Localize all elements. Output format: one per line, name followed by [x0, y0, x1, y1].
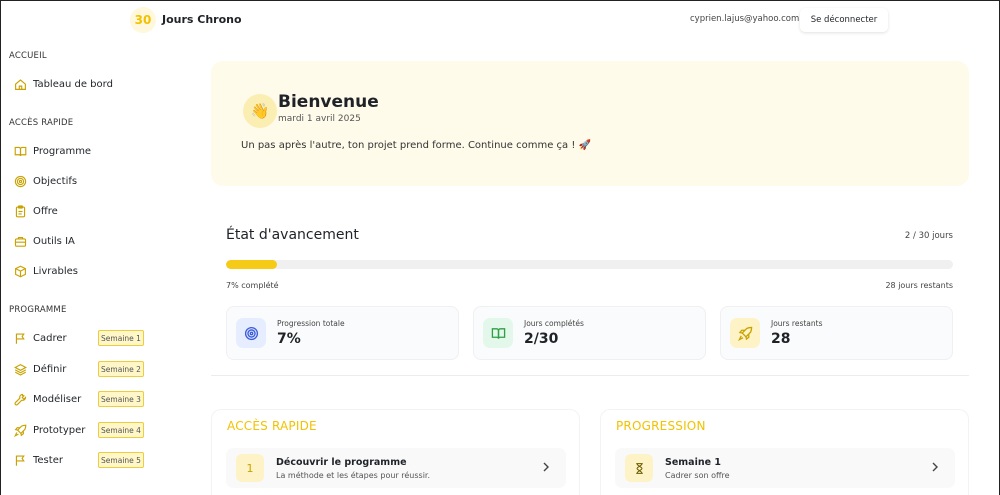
clipboard-icon [15, 204, 26, 217]
stat-value: 28 [771, 331, 791, 347]
user-email: cyprien.lajus@yahoo.com [690, 14, 800, 24]
sidebar-item-livrables[interactable]: Livrables [9, 259, 179, 283]
welcome-date: mardi 1 avril 2025 [278, 114, 361, 124]
stat-card-completed: Jours complétés 2/30 [473, 306, 706, 360]
hourglass-icon [625, 454, 653, 482]
welcome-title: Bienvenue [278, 92, 379, 112]
welcome-message: Un pas après l'autre, ton projet prend f… [241, 140, 591, 151]
sidebar-item-label: Prototyper [33, 424, 86, 436]
progress-bar-fill [226, 260, 277, 269]
waving-hand-icon: 👋 [243, 94, 277, 128]
sidebar-item-label: Objectifs [33, 175, 78, 187]
sidebar-item-cadrer[interactable]: Cadrer Semaine 1 [9, 326, 179, 350]
home-icon [15, 78, 26, 90]
sidebar-item-tester[interactable]: Tester Semaine 5 [9, 448, 179, 472]
wrench-icon [14, 393, 27, 405]
panel-item-subtitle: La méthode et les étapes pour réussir. [276, 471, 431, 480]
top-bar: 30 Jours Chrono cyprien.lajus@yahoo.com … [1, 1, 999, 39]
stat-card-total: Progression totale 7% [226, 306, 459, 360]
sidebar-item-label: Définir [33, 363, 67, 375]
sidebar-item-prototyper[interactable]: Prototyper Semaine 4 [9, 418, 179, 442]
app-title[interactable]: Jours Chrono [162, 13, 242, 26]
sidebar-item-label: Cadrer [33, 332, 67, 344]
week-badge: Semaine 2 [98, 361, 144, 377]
sidebar-item-label: Tester [33, 454, 63, 466]
panel-item-title: Semaine 1 [665, 457, 721, 468]
stat-card-remaining: Jours restants 28 [720, 306, 953, 360]
progress-remaining: 28 jours restants [885, 281, 953, 290]
step-number: 1 [236, 454, 264, 482]
stat-label: Progression totale [277, 319, 345, 328]
stat-label: Jours restants [771, 319, 823, 328]
stat-value: 7% [277, 331, 301, 347]
sidebar: ACCUEIL Tableau de bord ACCÈS RAPIDE Pro… [1, 39, 186, 495]
logout-button[interactable]: Se déconnecter [800, 8, 888, 32]
sidebar-item-outils-ia[interactable]: Outils IA [9, 229, 179, 253]
progress-bar [226, 260, 953, 269]
logo-icon[interactable]: 30 [130, 7, 156, 33]
rocket-icon [14, 424, 27, 437]
target-icon [14, 175, 27, 187]
panel-item-title: Découvrir le programme [276, 457, 407, 468]
progress-days: 2 / 30 jours [904, 231, 953, 241]
panel-title: ACCÈS RAPIDE [227, 419, 317, 433]
stat-label: Jours complétés [524, 319, 584, 328]
quick-access-panel: ACCÈS RAPIDE 1 Découvrir le programme La… [211, 409, 580, 495]
welcome-card: 👋 Bienvenue mardi 1 avril 2025 Un pas ap… [211, 61, 969, 186]
week-badge: Semaine 3 [98, 391, 144, 407]
sidebar-item-label: Tableau de bord [33, 78, 113, 90]
panel-item-subtitle: Cadrer son offre [665, 471, 730, 480]
sidebar-item-offre[interactable]: Offre [9, 199, 179, 223]
sidebar-item-definir[interactable]: Définir Semaine 2 [9, 357, 179, 381]
sidebar-item-label: Modéliser [33, 393, 82, 405]
week-badge: Semaine 5 [98, 452, 144, 468]
sidebar-item-label: Outils IA [33, 235, 75, 247]
flag-icon [15, 454, 25, 466]
briefcase-icon [14, 236, 27, 247]
week-1-link[interactable]: Semaine 1 Cadrer son offre [615, 448, 955, 488]
sidebar-item-objectifs[interactable]: Objectifs [9, 169, 179, 193]
chevron-right-icon [543, 462, 549, 472]
package-icon [15, 265, 26, 277]
section-label-programme: PROGRAMME [9, 305, 67, 315]
book-icon [14, 146, 27, 156]
progress-percent: 7% complété [226, 281, 279, 290]
stat-value: 2/30 [524, 331, 559, 347]
section-label-accueil: ACCUEIL [9, 51, 47, 61]
layers-icon [14, 363, 27, 376]
progress-title: État d'avancement [226, 227, 359, 243]
progress-card: État d'avancement 2 / 30 jours 7% complé… [211, 209, 969, 376]
sidebar-item-label: Programme [33, 145, 92, 157]
sidebar-item-label: Offre [33, 205, 58, 217]
panel-title: PROGRESSION [616, 419, 706, 433]
sidebar-item-label: Livrables [33, 265, 78, 277]
section-label-acces-rapide: ACCÈS RAPIDE [9, 118, 74, 128]
rocket-icon [730, 318, 760, 348]
discover-program-link[interactable]: 1 Découvrir le programme La méthode et l… [226, 448, 566, 488]
flag-icon [15, 332, 25, 344]
progression-panel: PROGRESSION Semaine 1 Cadrer son offre [600, 409, 969, 495]
sidebar-item-programme[interactable]: Programme [9, 139, 179, 163]
sidebar-item-dashboard[interactable]: Tableau de bord [9, 72, 179, 96]
main-content: 👋 Bienvenue mardi 1 avril 2025 Un pas ap… [186, 39, 999, 495]
chevron-right-icon [932, 462, 938, 472]
week-badge: Semaine 1 [98, 330, 144, 346]
week-badge: Semaine 4 [98, 422, 144, 438]
target-icon [236, 318, 266, 348]
book-open-icon [483, 318, 513, 348]
sidebar-item-modeliser[interactable]: Modéliser Semaine 3 [9, 387, 179, 411]
